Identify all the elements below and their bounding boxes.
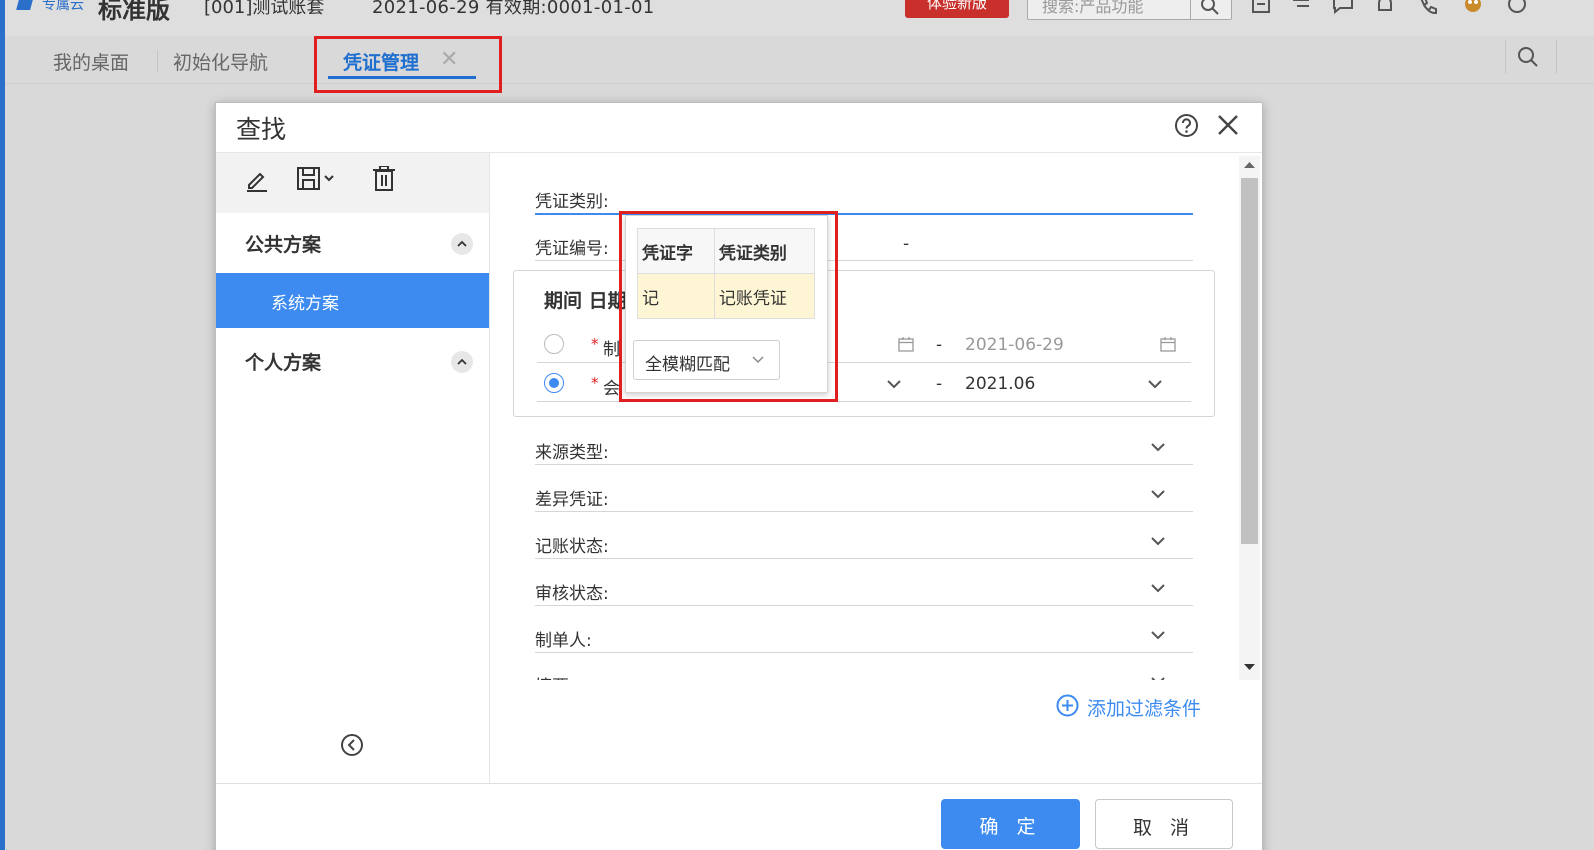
help-icon[interactable] (1174, 113, 1199, 138)
cancel-button[interactable]: 取 消 (1095, 799, 1233, 849)
personal-scheme-group[interactable]: 个人方案 (245, 348, 321, 375)
scroll-up-icon[interactable] (1244, 161, 1255, 169)
tab-bar-divider-right (1556, 40, 1557, 74)
chevron-down-icon[interactable] (1151, 489, 1165, 499)
audit-status-input[interactable] (535, 605, 1193, 606)
dropdown-highlight-box (619, 211, 838, 402)
confirm-button[interactable]: 确 定 (941, 799, 1080, 849)
maker-input[interactable] (535, 652, 1193, 653)
delete-icon[interactable] (372, 166, 396, 192)
logo-subtitle: 专属云 (42, 0, 84, 13)
tab-bar-divider (1505, 40, 1506, 74)
system-scheme-item[interactable] (216, 273, 489, 328)
source-type-label: 来源类型: (535, 443, 609, 463)
diff-voucher-label: 差异凭证: (535, 490, 609, 510)
chevron-up-icon[interactable] (451, 351, 473, 373)
help-icon[interactable] (1506, 0, 1528, 16)
date-radio[interactable] (544, 334, 564, 354)
collapse-panel-icon[interactable] (340, 733, 364, 757)
maker-label: 制单人: (535, 631, 592, 651)
date-row-label: 制 (603, 340, 620, 360)
phone-icon[interactable] (1417, 0, 1439, 16)
tab-my-desktop[interactable]: 我的桌面 (53, 48, 129, 75)
search-icon[interactable] (1199, 0, 1221, 16)
system-scheme-label: 系统方案 (271, 294, 339, 314)
account-dates: 2021-06-29 有效期:0001-01-01 (372, 0, 655, 18)
voucher-category-label: 凭证类别: (535, 192, 609, 212)
left-edge-strip (0, 0, 5, 850)
edit-icon[interactable] (245, 168, 269, 192)
required-mark: * (591, 374, 599, 392)
chevron-down-icon[interactable] (1151, 676, 1165, 680)
dialog-title: 查找 (236, 115, 287, 144)
period-to-value[interactable]: 2021.06 (965, 374, 1035, 394)
calendar-icon[interactable] (898, 336, 914, 352)
tab-separator (157, 50, 158, 72)
chevron-down-icon[interactable] (887, 379, 901, 389)
chevron-down-icon[interactable] (1151, 630, 1165, 640)
period-row-label: 会 (603, 379, 620, 399)
public-scheme-group[interactable]: 公共方案 (245, 230, 321, 257)
calendar-icon[interactable] (1160, 336, 1176, 352)
date-to-value[interactable]: 2021-06-29 (965, 335, 1064, 355)
period-date-title: 期间 日期 (544, 290, 627, 312)
top-search-placeholder: 搜索:产品功能 (1042, 0, 1144, 16)
summary-row-clip: 摘要: (530, 664, 1230, 680)
required-mark: * (591, 335, 599, 353)
message-icon[interactable] (1332, 0, 1354, 16)
date-range-dash: - (936, 335, 943, 355)
voucher-number-label: 凭证编号: (535, 239, 609, 259)
chevron-down-icon[interactable] (1148, 379, 1162, 389)
calculator-icon[interactable] (1250, 0, 1272, 16)
new-version-button[interactable]: 体验新版 (905, 0, 1009, 18)
radio-selected-dot (549, 378, 559, 388)
close-icon[interactable] (1217, 114, 1239, 136)
scrollbar-thumb[interactable] (1241, 178, 1258, 544)
period-radio[interactable] (544, 373, 564, 393)
mascot-icon[interactable] (1462, 0, 1484, 16)
tab-highlight-box (314, 36, 502, 93)
chevron-up-icon[interactable] (451, 233, 473, 255)
period-range-dash: - (936, 374, 943, 394)
search-divider (1190, 0, 1191, 20)
tab-init-nav[interactable]: 初始化导航 (173, 48, 268, 75)
chevron-down-icon[interactable] (1151, 583, 1165, 593)
bell-icon[interactable] (1374, 0, 1396, 16)
chevron-down-icon[interactable] (1151, 442, 1165, 452)
account-name[interactable]: [001]测试账套 (204, 0, 324, 19)
add-filter-button[interactable]: 添加过滤条件 (1087, 694, 1201, 721)
diff-voucher-input[interactable] (535, 511, 1193, 512)
voucher-number-dash: - (903, 234, 910, 254)
audit-status-label: 审核状态: (535, 584, 609, 604)
posting-status-label: 记账状态: (535, 537, 609, 557)
summary-label: 摘要: (535, 672, 575, 680)
save-icon[interactable] (297, 166, 337, 192)
add-circle-icon[interactable] (1056, 694, 1079, 717)
source-type-input[interactable] (535, 464, 1193, 465)
tab-search-icon[interactable] (1517, 46, 1539, 68)
product-edition: 标准版 (98, 0, 170, 24)
list-icon[interactable] (1290, 0, 1312, 16)
chevron-down-icon[interactable] (1151, 536, 1165, 546)
dialog-footer-divider (216, 783, 1262, 784)
scroll-down-icon[interactable] (1244, 663, 1255, 671)
posting-status-input[interactable] (535, 558, 1193, 559)
